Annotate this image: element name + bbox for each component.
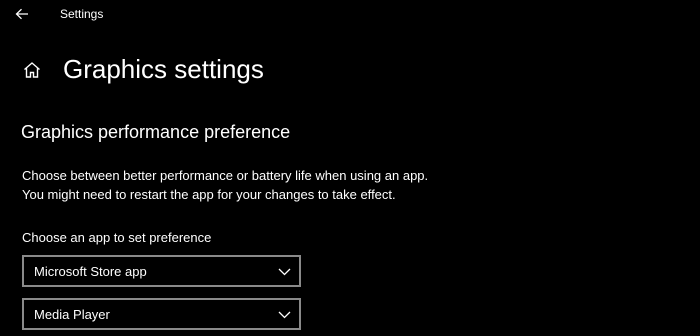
- page-title: Graphics settings: [63, 54, 264, 84]
- description-line-2: You might need to restart the app for yo…: [22, 187, 396, 202]
- chevron-down-icon: [277, 265, 291, 279]
- app-type-dropdown[interactable]: Microsoft Store app: [22, 255, 301, 287]
- home-button[interactable]: [20, 58, 44, 82]
- chevron-down-icon: [277, 308, 291, 322]
- home-icon: [24, 62, 40, 78]
- choose-app-label: Choose an app to set preference: [22, 230, 212, 245]
- title-bar: Settings: [0, 0, 700, 30]
- section-description: Choose between better performance or bat…: [22, 166, 428, 204]
- window-title: Settings: [60, 7, 104, 21]
- app-type-dropdown-value: Microsoft Store app: [34, 264, 147, 279]
- back-arrow-icon: [15, 8, 28, 20]
- back-button[interactable]: [10, 3, 34, 25]
- section-title: Graphics performance preference: [21, 122, 291, 142]
- description-line-1: Choose between better performance or bat…: [22, 168, 429, 183]
- app-dropdown[interactable]: Media Player: [22, 298, 301, 330]
- app-dropdown-value: Media Player: [34, 307, 110, 322]
